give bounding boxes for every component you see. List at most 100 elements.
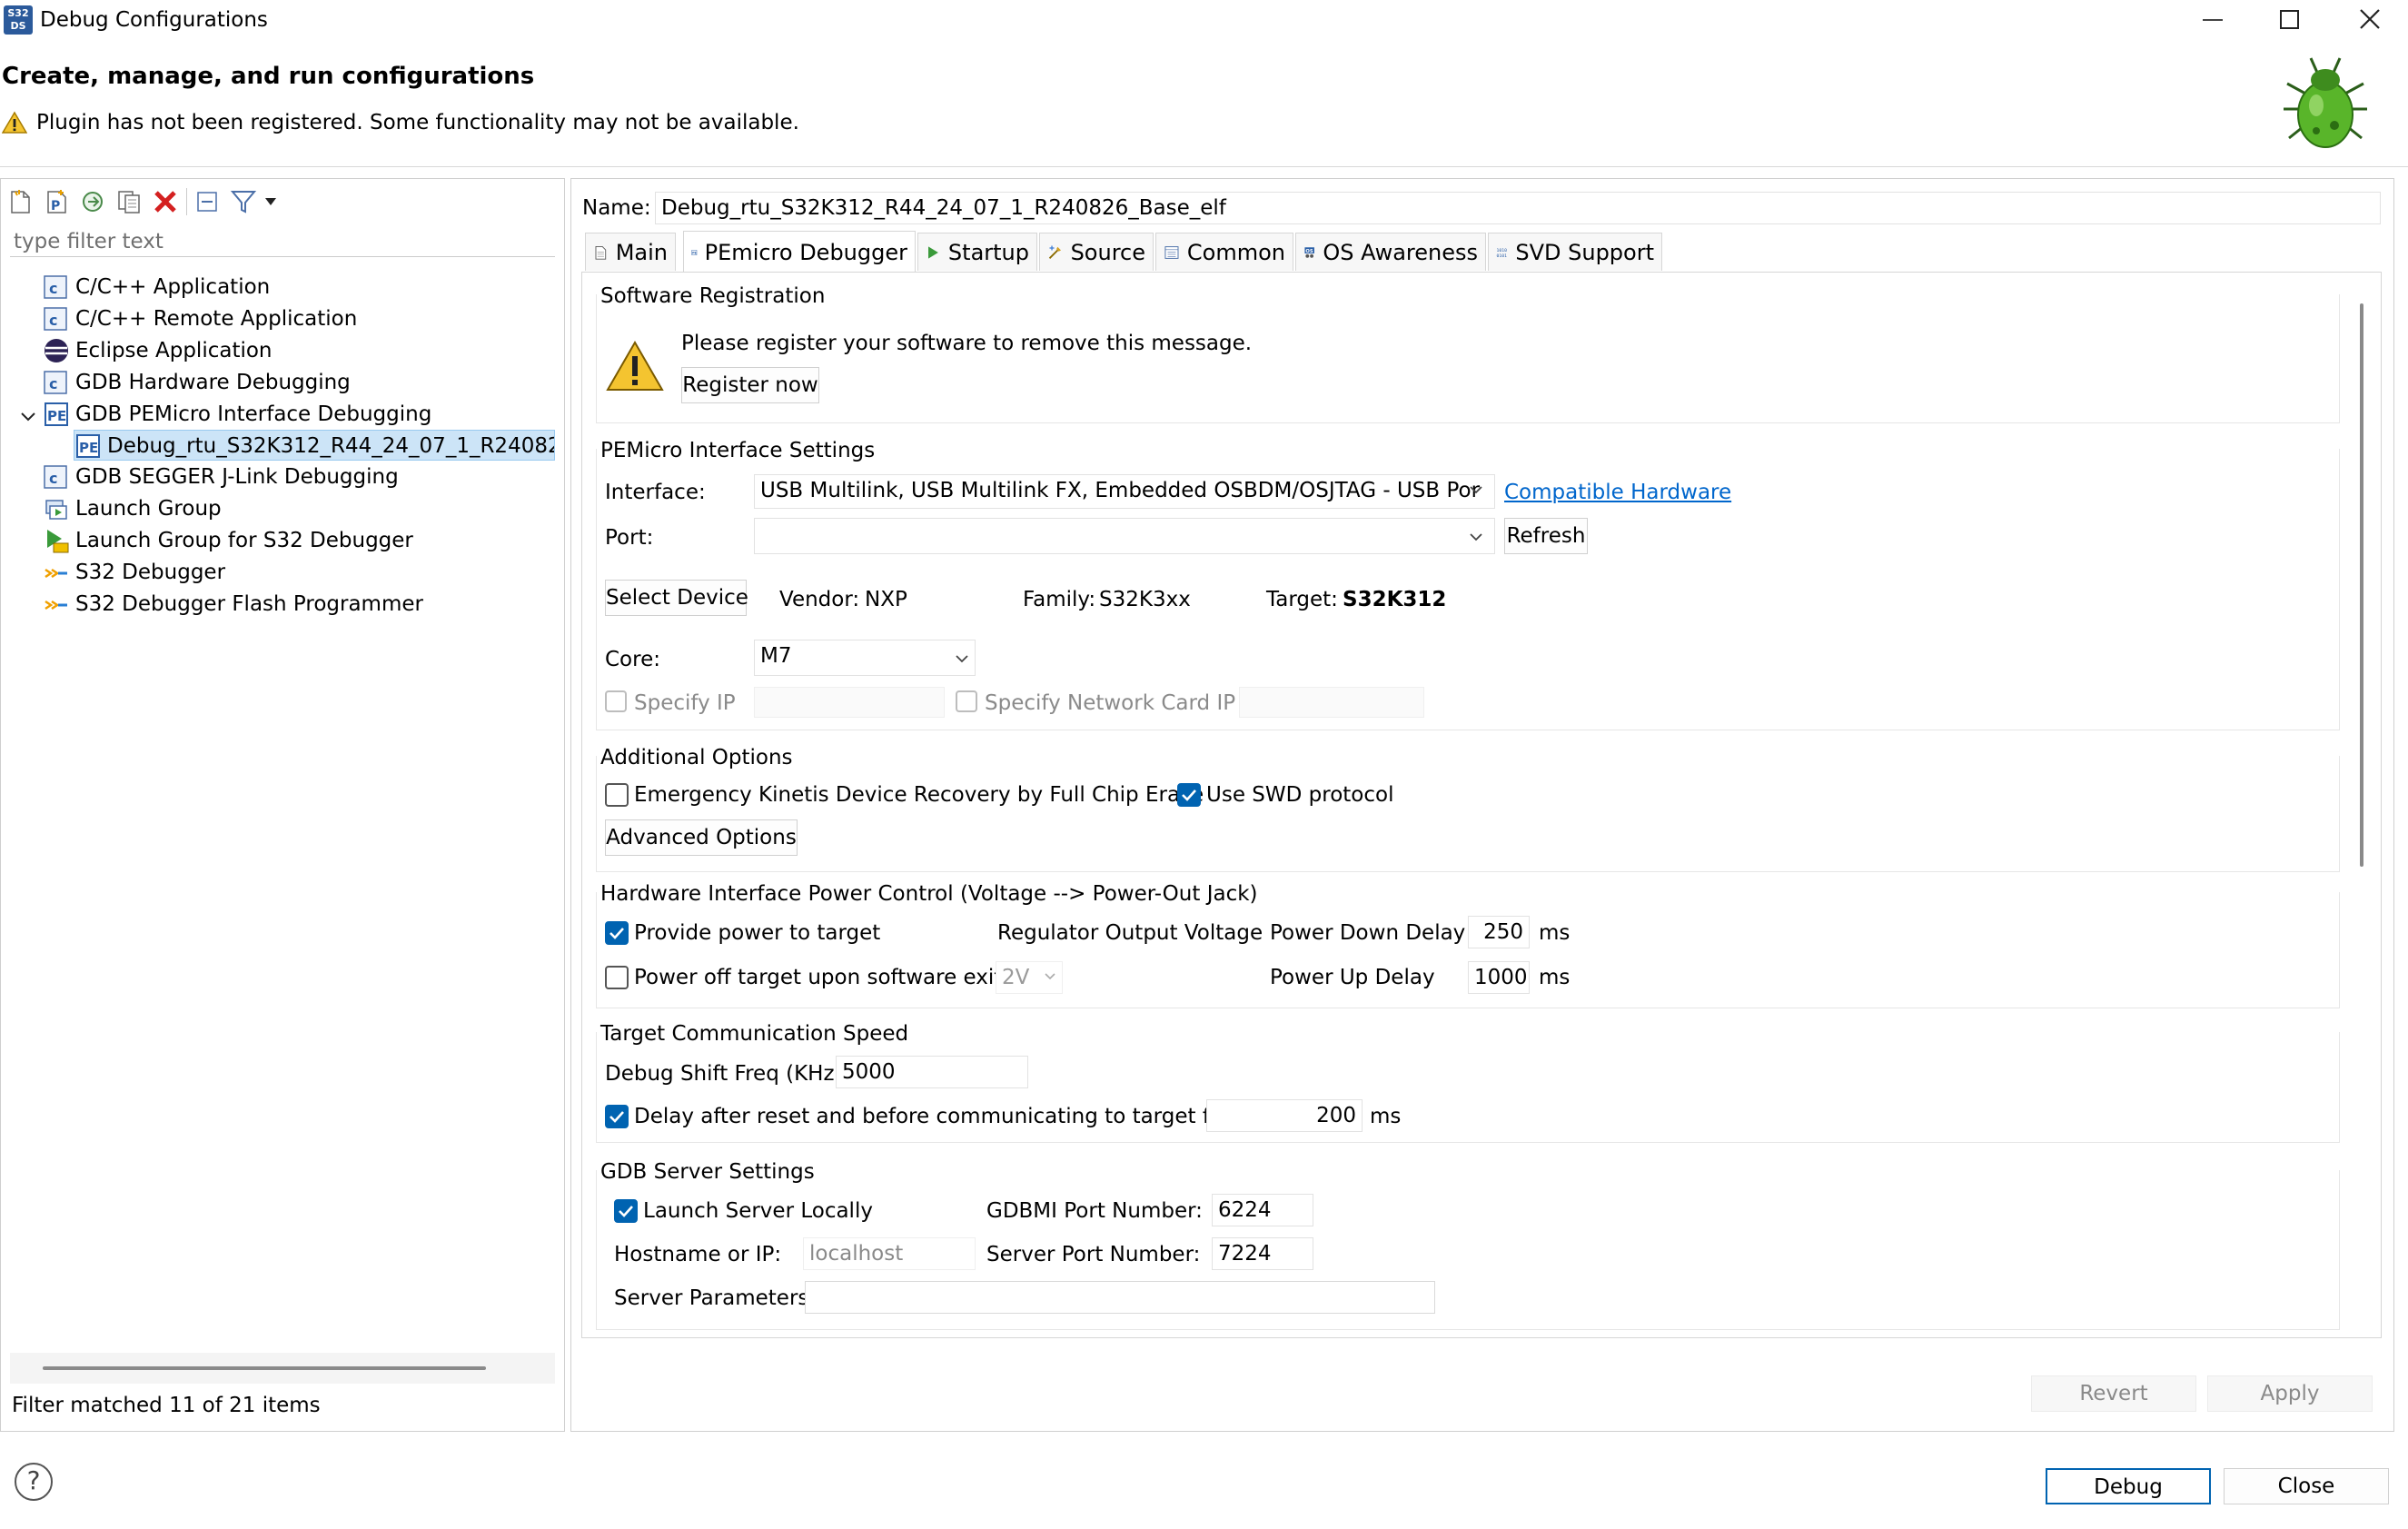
export-icon[interactable]	[79, 188, 106, 215]
power-down-label: Power Down Delay	[1270, 921, 1466, 945]
tree-item-cpp-application[interactable]: c C/C++ Application	[43, 272, 270, 303]
register-now-button[interactable]: Register now	[681, 367, 819, 403]
interface-select[interactable]: USB Multilink, USB Multilink FX, Embedde…	[754, 474, 1495, 509]
power-down-field[interactable]: 250	[1468, 916, 1530, 948]
window-title: Debug Configurations	[40, 8, 268, 32]
gdbmi-field[interactable]: 6224	[1212, 1194, 1313, 1226]
chevron-down-icon	[1045, 973, 1055, 980]
tab-source[interactable]: Source	[1039, 233, 1154, 271]
horizontal-scrollbar[interactable]	[10, 1353, 555, 1384]
select-device-button[interactable]: Select Device	[605, 580, 748, 616]
tree-item-label: C/C++ Remote Application	[75, 307, 358, 331]
interface-value: USB Multilink, USB Multilink FX, Embedde…	[760, 479, 1481, 502]
tree-item-launch-group-s32[interactable]: Launch Group for S32 Debugger	[43, 525, 413, 556]
chevron-down-icon	[1470, 533, 1482, 541]
server-port-label: Server Port Number:	[986, 1243, 1201, 1266]
shift-freq-field[interactable]: 5000	[836, 1056, 1028, 1088]
core-label: Core:	[605, 648, 660, 671]
debug-button[interactable]: Debug	[2046, 1468, 2211, 1504]
s32-flash-icon	[45, 600, 67, 611]
config-tree-panel: P type filter text c C/C++ Application c…	[0, 178, 565, 1432]
regulator-label: Regulator Output Voltage	[997, 921, 1263, 945]
launch-locally-label: Launch Server Locally	[643, 1199, 873, 1223]
advanced-options-button[interactable]: Advanced Options	[605, 819, 798, 856]
registration-message: Please register your software to remove …	[681, 332, 1253, 355]
tree-item-label: S32 Debugger	[75, 561, 226, 584]
delay-after-reset-checkbox[interactable]	[605, 1105, 629, 1128]
new-configuration-icon[interactable]	[6, 188, 34, 215]
tree-item-launch-group[interactable]: Launch Group	[43, 493, 222, 524]
emergency-recovery-checkbox[interactable]	[605, 783, 629, 807]
tree-item-eclipse-application[interactable]: Eclipse Application	[43, 335, 273, 366]
server-port-field[interactable]: 7224	[1212, 1237, 1313, 1270]
minimize-icon	[2203, 19, 2223, 21]
help-button[interactable]: ?	[15, 1463, 53, 1501]
tab-svd-support[interactable]: 1010 0101 SVD Support	[1488, 233, 1662, 271]
power-up-value: 1000	[1474, 966, 1528, 989]
scrollbar-thumb[interactable]	[43, 1366, 486, 1370]
shift-freq-value: 5000	[842, 1060, 896, 1084]
svg-text:PE: PE	[79, 440, 98, 456]
server-params-field[interactable]	[805, 1281, 1435, 1314]
tree-item-selected-config[interactable]: PE Debug_rtu_S32K312_R44_24_07_1_R240826…	[74, 430, 555, 461]
tab-pemicro-debugger[interactable]: PE PEmicro Debugger	[683, 231, 916, 273]
revert-button[interactable]: Revert	[2031, 1375, 2196, 1412]
svg-text:OS: OS	[1305, 249, 1313, 254]
tree-item-debug-config: PE Debug_rtu_S32K312_R44_24_07_1_R240826…	[74, 431, 554, 460]
power-off-checkbox[interactable]	[605, 966, 629, 989]
tree-item-label: Launch Group for S32 Debugger	[75, 529, 413, 552]
delay-after-reset-label: Delay after reset and before communicati…	[634, 1105, 1232, 1128]
tab-os-awareness[interactable]: OS OS Awareness	[1295, 233, 1486, 271]
hostname-field[interactable]: localhost	[803, 1237, 976, 1270]
vendor-label: Vendor:	[779, 588, 860, 611]
apply-button[interactable]: Apply	[2207, 1375, 2373, 1412]
tree-item-gdb-hardware-debugging[interactable]: c GDB Hardware Debugging	[43, 367, 351, 398]
tab-main[interactable]: Main	[585, 233, 676, 271]
tree-item-label: GDB SEGGER J-Link Debugging	[75, 465, 399, 489]
close-button[interactable]: Close	[2224, 1468, 2389, 1504]
refresh-button[interactable]: Refresh	[1504, 518, 1588, 554]
filter-icon[interactable]	[230, 188, 257, 215]
tree-item-gdb-segger-jlink[interactable]: c GDB SEGGER J-Link Debugging	[43, 462, 399, 492]
view-menu-icon[interactable]	[263, 195, 279, 208]
launch-locally-checkbox[interactable]	[614, 1199, 638, 1223]
tree-item-s32-flash-programmer[interactable]: S32 Debugger Flash Programmer	[43, 589, 423, 620]
close-icon	[2360, 9, 2380, 29]
duplicate-icon[interactable]	[115, 188, 143, 215]
minimize-button[interactable]	[2185, 0, 2239, 42]
tab-startup[interactable]: Startup	[917, 233, 1037, 271]
compatible-hardware-link[interactable]: Compatible Hardware	[1504, 480, 1731, 505]
use-swd-checkbox[interactable]	[1177, 783, 1201, 807]
c-app-icon: c	[44, 465, 67, 489]
delay-field[interactable]: 200	[1206, 1099, 1363, 1132]
close-window-button[interactable]	[2344, 0, 2398, 42]
tab-common[interactable]: Common	[1155, 233, 1293, 271]
tree-toolbar: P	[6, 186, 551, 219]
c-app-icon: c	[44, 307, 67, 331]
chevron-down-icon[interactable]	[19, 410, 37, 424]
core-select[interactable]: M7	[754, 640, 976, 676]
vertical-scrollbar[interactable]	[2354, 282, 2369, 1326]
tree-item-label: Eclipse Application	[75, 339, 273, 362]
specify-network-checkbox[interactable]	[956, 690, 977, 712]
delete-icon[interactable]	[152, 188, 179, 215]
scrollbar-thumb[interactable]	[2360, 303, 2363, 867]
tree-item-s32-debugger[interactable]: S32 Debugger	[43, 557, 225, 588]
gdbmi-value: 6224	[1218, 1198, 1272, 1222]
tree-item-cpp-remote-application[interactable]: c C/C++ Remote Application	[43, 303, 357, 334]
specify-network-field	[1239, 687, 1424, 718]
filter-input[interactable]: type filter text	[10, 226, 555, 257]
specify-ip-checkbox[interactable]	[605, 690, 627, 712]
tree-item-gdb-pemicro-debugging[interactable]: PE GDB PEMicro Interface Debugging	[43, 399, 431, 430]
name-field[interactable]: Debug_rtu_S32K312_R44_24_07_1_R240826_Ba…	[655, 192, 2381, 224]
port-select[interactable]	[754, 518, 1495, 554]
page-title: Create, manage, and run configurations	[2, 63, 535, 90]
power-up-field[interactable]: 1000	[1468, 961, 1530, 994]
maximize-button[interactable]	[2262, 0, 2316, 42]
collapse-all-icon[interactable]	[193, 188, 221, 215]
new-prototype-icon[interactable]: P	[43, 188, 70, 215]
provide-power-label: Provide power to target	[634, 921, 881, 945]
power-down-unit: ms	[1539, 921, 1571, 945]
shift-freq-label: Debug Shift Freq (KHz)	[605, 1062, 843, 1086]
provide-power-checkbox[interactable]	[605, 921, 629, 945]
